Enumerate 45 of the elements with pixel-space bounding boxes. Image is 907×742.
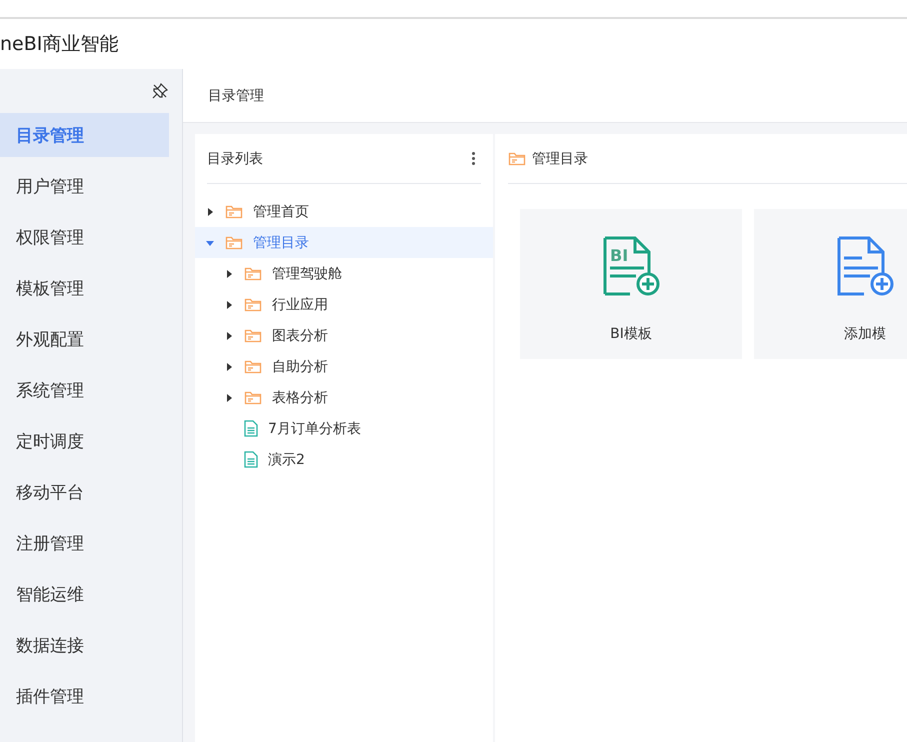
tree-item[interactable]: 自助分析 <box>195 351 493 382</box>
caret-right-icon[interactable] <box>225 362 233 370</box>
tree-item[interactable]: 行业应用 <box>195 289 493 320</box>
folder-icon <box>244 328 262 344</box>
sidebar-item[interactable]: 注册管理 <box>0 521 169 565</box>
panel-title: 管理目录 <box>532 150 588 168</box>
caret-right-icon[interactable] <box>225 300 233 308</box>
folder-icon <box>244 358 262 374</box>
tree-item[interactable]: 表格分析 <box>195 382 493 413</box>
pin-icon[interactable] <box>152 83 168 99</box>
folder-icon <box>244 266 262 282</box>
sidebar-item[interactable]: 系统管理 <box>0 368 169 412</box>
sidebar-item[interactable]: 定时调度 <box>0 419 169 463</box>
panel-title: 目录列表 <box>207 150 263 168</box>
folder-icon <box>225 204 243 220</box>
document-add-icon <box>836 235 894 297</box>
tree-item[interactable]: 管理首页 <box>195 196 493 227</box>
folder-icon <box>244 390 262 406</box>
folder-icon <box>508 150 526 166</box>
tree-item[interactable]: 演示2 <box>195 444 493 475</box>
tree-item[interactable]: 管理目录 <box>195 227 493 258</box>
template-card[interactable]: BI BI模板 <box>520 209 742 359</box>
tree-item[interactable]: 图表分析 <box>195 320 493 351</box>
sidebar-item[interactable]: 用户管理 <box>0 164 169 208</box>
sidebar-item[interactable]: 智能运维 <box>0 572 169 616</box>
app-title: neBI商业智能 <box>0 32 118 57</box>
sidebar-item[interactable]: 移动平台 <box>0 470 169 514</box>
caret-right-icon[interactable] <box>206 208 214 216</box>
tree-item[interactable]: 7月订单分析表 <box>195 413 493 444</box>
document-icon <box>244 451 258 468</box>
sidebar-item[interactable]: 权限管理 <box>0 215 169 259</box>
sidebar-item[interactable]: 模板管理 <box>0 266 169 310</box>
sidebar-item[interactable]: 插件管理 <box>0 674 169 718</box>
sidebar-item[interactable]: 外观配置 <box>0 317 169 361</box>
page-title: 目录管理 <box>208 86 264 104</box>
caret-right-icon[interactable] <box>225 332 233 340</box>
template-card[interactable]: 添加模 <box>754 209 907 359</box>
caret-right-icon[interactable] <box>225 394 233 402</box>
caret-right-icon[interactable] <box>225 270 233 278</box>
caret-down-icon[interactable] <box>206 238 214 246</box>
folder-icon <box>244 296 262 312</box>
document-icon <box>244 420 258 437</box>
folder-icon <box>225 234 243 250</box>
tree-item[interactable]: 管理驾驶舱 <box>195 258 493 289</box>
sidebar-item[interactable]: 数据连接 <box>0 623 169 667</box>
